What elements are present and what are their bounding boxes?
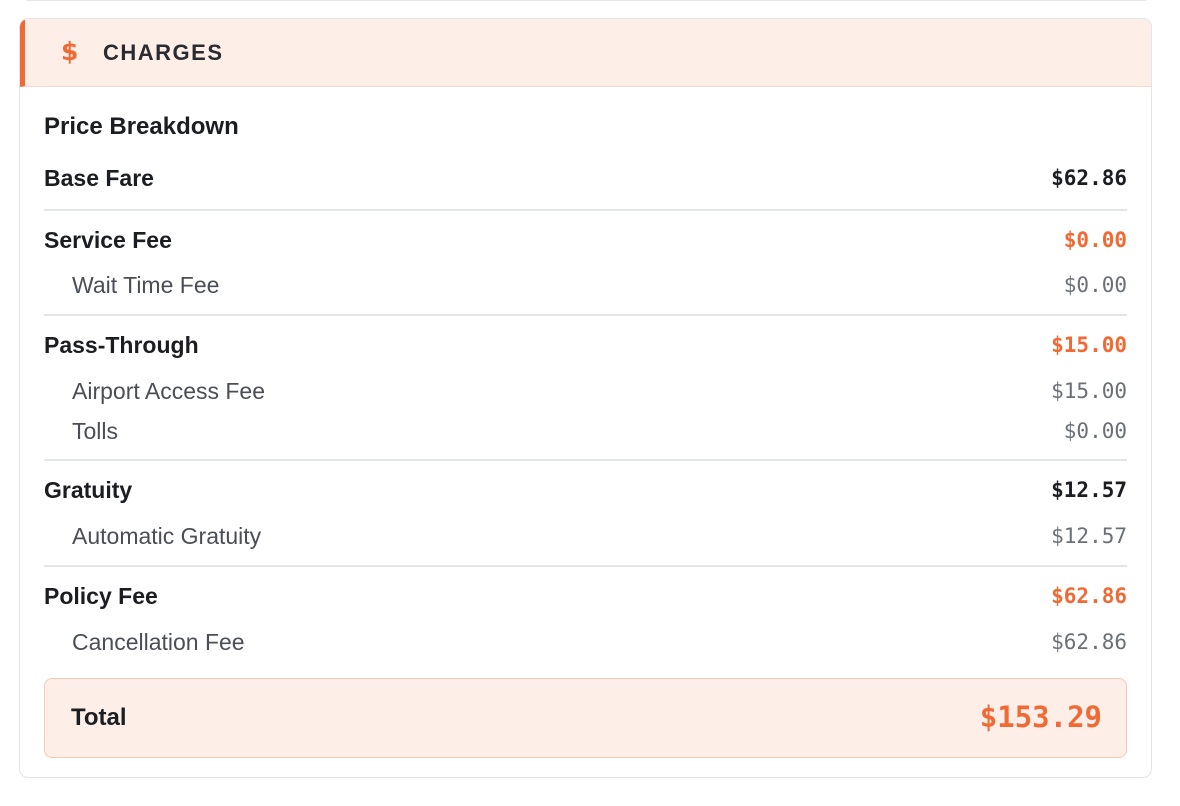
pass-through-label: Pass-Through [44, 332, 199, 358]
automatic-gratuity-amount: $12.57 [1051, 524, 1127, 548]
base-fare-row: Base Fare $62.86 [44, 163, 1127, 193]
airport-access-fee-amount: $15.00 [1051, 379, 1127, 403]
policy-fee-row: Policy Fee $62.86 [44, 581, 1127, 611]
base-fare-amount: $62.86 [1051, 166, 1127, 190]
divider [44, 314, 1127, 316]
cancellation-fee-label: Cancellation Fee [72, 629, 245, 655]
divider [44, 459, 1127, 461]
pass-through-row: Pass-Through $15.00 [44, 330, 1127, 360]
airport-access-fee-row: Airport Access Fee $15.00 [44, 376, 1127, 406]
policy-fee-amount: $62.86 [1051, 584, 1127, 608]
policy-fee-label: Policy Fee [44, 583, 158, 609]
cancellation-fee-amount: $62.86 [1051, 630, 1127, 654]
wait-time-fee-amount: $0.00 [1063, 273, 1127, 297]
charges-card: $ CHARGES Price Breakdown Base Fare $62.… [19, 18, 1152, 778]
service-fee-row: Service Fee $0.00 [44, 225, 1127, 255]
gratuity-amount: $12.57 [1051, 478, 1127, 502]
total-amount: $153.29 [979, 700, 1102, 734]
charges-header: $ CHARGES [20, 19, 1151, 87]
gratuity-label: Gratuity [44, 477, 133, 503]
base-fare-label: Base Fare [44, 165, 154, 191]
price-breakdown-title: Price Breakdown [44, 113, 239, 140]
charges-title: CHARGES [103, 40, 224, 65]
automatic-gratuity-row: Automatic Gratuity $12.57 [44, 521, 1127, 551]
cancellation-fee-row: Cancellation Fee $62.86 [44, 627, 1127, 657]
dollar-icon: $ [61, 37, 79, 66]
service-fee-amount: $0.00 [1063, 228, 1127, 252]
airport-access-fee-label: Airport Access Fee [72, 378, 266, 404]
tolls-label: Tolls [72, 418, 119, 444]
automatic-gratuity-label: Automatic Gratuity [72, 523, 262, 549]
gratuity-row: Gratuity $12.57 [44, 475, 1127, 505]
wait-time-fee-label: Wait Time Fee [72, 272, 220, 298]
total-label: Total [71, 704, 127, 731]
divider [44, 209, 1127, 211]
top-divider [26, 0, 1146, 1]
tolls-amount: $0.00 [1063, 419, 1127, 443]
pass-through-amount: $15.00 [1051, 333, 1127, 357]
tolls-row: Tolls $0.00 [44, 416, 1127, 446]
wait-time-fee-row: Wait Time Fee $0.00 [44, 270, 1127, 300]
service-fee-label: Service Fee [44, 227, 172, 253]
total-box: Total $153.29 [44, 678, 1127, 758]
divider [44, 565, 1127, 567]
